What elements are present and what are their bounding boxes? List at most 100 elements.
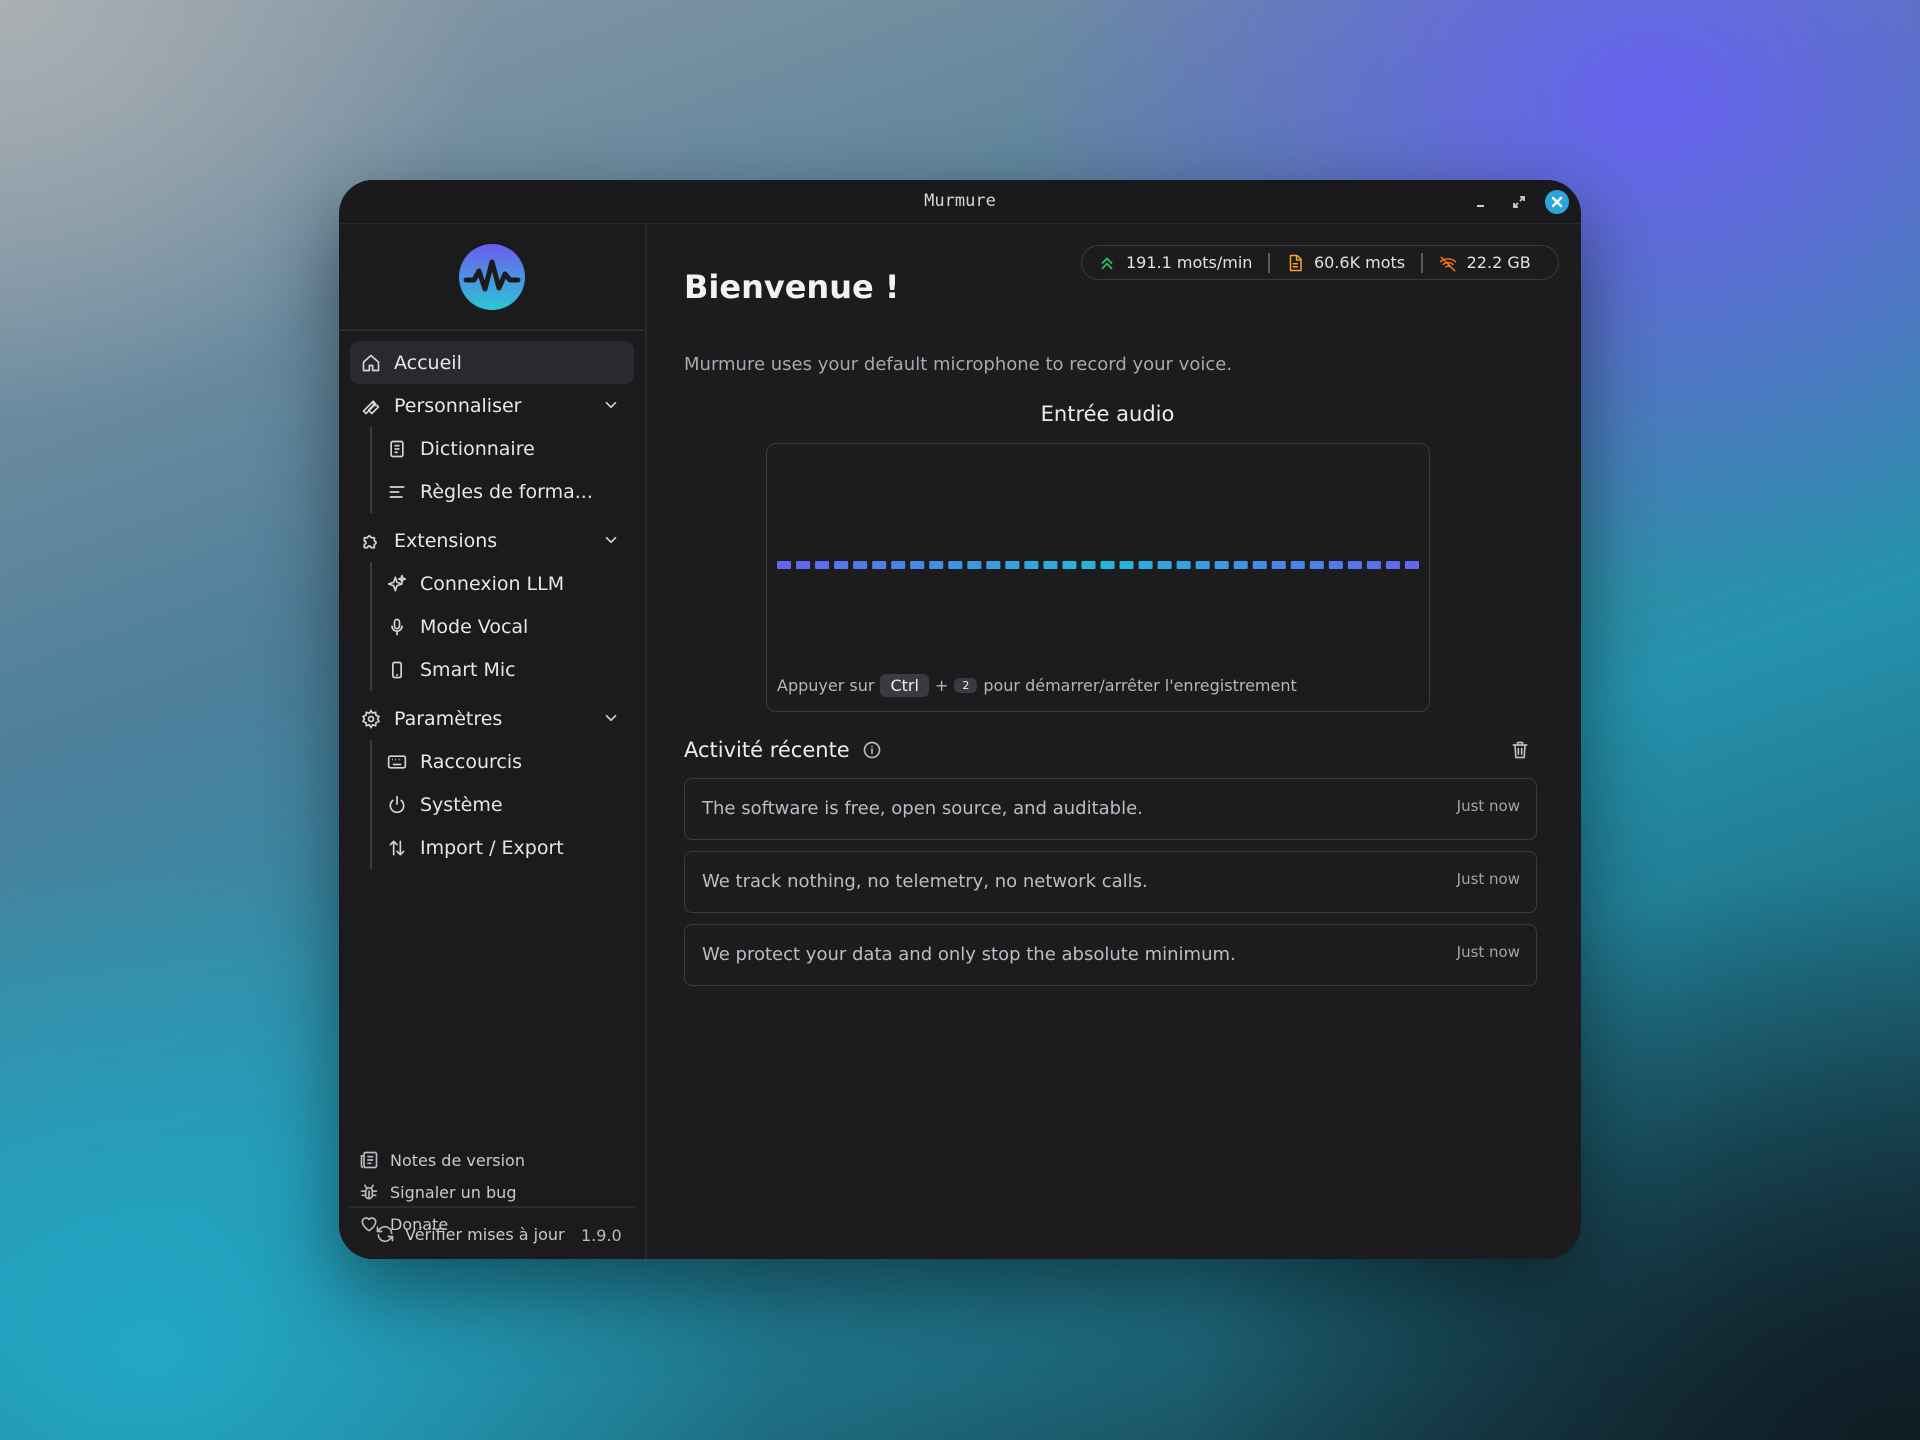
sidebar-item-dictionnaire[interactable]: Dictionnaire	[386, 427, 634, 470]
release-notes-link[interactable]: Notes de version	[359, 1144, 525, 1176]
app-version: 1.9.0	[581, 1226, 622, 1245]
waveform-segment	[1100, 561, 1115, 569]
wrench-icon	[360, 395, 382, 417]
stat-words-value: 60.6K mots	[1313, 253, 1406, 272]
shortcut-hint: Appuyer sur Ctrl + 2 pour démarrer/arrêt…	[777, 674, 1297, 697]
waveform-segment	[1024, 561, 1039, 569]
waveform-segment	[1309, 561, 1324, 569]
sidebar-item-label: Personnaliser	[394, 394, 522, 417]
sidebar-item-label: Dictionnaire	[420, 437, 535, 460]
sidebar-group-parametres: Paramètres Raccourcis Système Import / E…	[350, 697, 634, 869]
sidebar-item-extensions[interactable]: Extensions	[350, 519, 634, 562]
maximize-button[interactable]	[1507, 190, 1531, 214]
sidebar-group-extensions: Extensions Connexion LLM Mode Vocal Smar…	[350, 519, 634, 691]
activity-item[interactable]: We protect your data and only stop the a…	[684, 924, 1537, 986]
waveform-segment	[929, 561, 944, 569]
sidebar-item-label: Mode Vocal	[420, 615, 529, 638]
activity-text: We protect your data and only stop the a…	[702, 944, 1236, 965]
page-subtitle: Murmure uses your default microphone to …	[684, 354, 1233, 375]
hint-plus: +	[934, 676, 949, 695]
waveform-segment	[1252, 561, 1267, 569]
chevron-down-icon[interactable]	[602, 709, 620, 727]
report-bug-link[interactable]: Signaler un bug	[359, 1176, 525, 1208]
microphone-icon	[386, 616, 408, 638]
close-button[interactable]	[1545, 190, 1569, 214]
sidebar-item-label: Connexion LLM	[420, 572, 565, 595]
waveform-segment	[1138, 561, 1153, 569]
waveform-segment	[1271, 561, 1286, 569]
gear-icon	[360, 708, 382, 730]
window-title: Murmure	[924, 191, 996, 211]
hint-suffix: pour démarrer/arrêter l'enregistrement	[983, 676, 1297, 695]
sidebar-item-mode-vocal[interactable]: Mode Vocal	[386, 605, 634, 648]
check-updates-button[interactable]: Vérifier mises à jour	[375, 1224, 565, 1244]
sidebar-item-smart-mic[interactable]: Smart Mic	[386, 648, 634, 691]
audio-waveform	[777, 561, 1419, 569]
audio-input-title: Entrée audio	[1040, 402, 1175, 426]
home-icon	[360, 352, 382, 374]
waveform-segment	[796, 561, 811, 569]
waveform-segment	[910, 561, 925, 569]
sidebar-item-label: Paramètres	[394, 707, 503, 730]
footer-link-label: Notes de version	[390, 1150, 525, 1170]
title-bar: Murmure	[339, 180, 1581, 224]
audio-input-panel: Appuyer sur Ctrl + 2 pour démarrer/arrêt…	[766, 443, 1430, 712]
sparkles-icon	[386, 573, 408, 595]
waveform-segment	[891, 561, 906, 569]
check-updates-label: Vérifier mises à jour	[405, 1224, 565, 1244]
stat-storage: 22.2 GB	[1423, 246, 1547, 279]
key-2: 2	[954, 678, 978, 693]
footer-link-label: Signaler un bug	[390, 1182, 517, 1202]
sidebar-item-systeme[interactable]: Système	[386, 783, 634, 826]
waveform-segment	[853, 561, 868, 569]
waveform-segment	[1195, 561, 1210, 569]
activity-text: The software is free, open source, and a…	[702, 798, 1143, 819]
sidebar-item-import-export[interactable]: Import / Export	[386, 826, 634, 869]
sidebar: Accueil Personnaliser Dictionnaire Règle…	[339, 224, 647, 1259]
waveform-segment	[1328, 561, 1343, 569]
waveform-segment	[815, 561, 830, 569]
recent-activity-list: The software is free, open source, and a…	[684, 778, 1537, 997]
waveform-segment	[1157, 561, 1172, 569]
text-align-icon	[386, 481, 408, 503]
waveform-segment	[1005, 561, 1020, 569]
sidebar-item-connexion-llm[interactable]: Connexion LLM	[386, 562, 634, 605]
waveform-segment	[967, 561, 982, 569]
info-icon[interactable]	[862, 740, 882, 760]
sidebar-item-label: Extensions	[394, 529, 498, 552]
arrows-updown-icon	[386, 837, 408, 859]
newspaper-icon	[359, 1150, 379, 1170]
stat-storage-value: 22.2 GB	[1466, 253, 1531, 272]
chevron-down-icon[interactable]	[602, 396, 620, 414]
logo-area	[339, 224, 645, 331]
activity-item[interactable]: The software is free, open source, and a…	[684, 778, 1537, 840]
waveform-segment	[948, 561, 963, 569]
chevron-down-icon[interactable]	[602, 531, 620, 549]
waveform-segment	[1347, 561, 1362, 569]
sidebar-group-personnaliser: Personnaliser Dictionnaire Règles de for…	[350, 384, 634, 513]
bug-icon	[359, 1182, 379, 1202]
sidebar-item-regles-formatage[interactable]: Règles de forma...	[386, 470, 634, 513]
sidebar-item-parametres[interactable]: Paramètres	[350, 697, 634, 740]
waveform-segment	[1404, 561, 1419, 569]
sidebar-item-raccourcis[interactable]: Raccourcis	[386, 740, 634, 783]
app-window: Murmure Accueil Personnaliser Dictionnai…	[339, 180, 1581, 1259]
sidebar-item-label: Raccourcis	[420, 750, 523, 773]
activity-item[interactable]: We track nothing, no telemetry, no netwo…	[684, 851, 1537, 913]
waveform-segment	[834, 561, 849, 569]
waveform-segment	[1081, 561, 1096, 569]
activity-time: Just now	[1456, 797, 1520, 815]
stat-words: 60.6K mots	[1270, 246, 1421, 279]
minimize-button[interactable]	[1469, 190, 1493, 214]
sidebar-item-label: Accueil	[394, 351, 462, 374]
trash-icon[interactable]	[1510, 739, 1530, 761]
sidebar-item-accueil[interactable]: Accueil	[350, 341, 634, 384]
sidebar-item-personnaliser[interactable]: Personnaliser	[350, 384, 634, 427]
refresh-icon	[375, 1224, 395, 1244]
sidebar-item-label: Smart Mic	[420, 658, 516, 681]
waveform-segment	[1176, 561, 1191, 569]
waveform-segment	[1233, 561, 1248, 569]
waveform-segment	[1385, 561, 1400, 569]
waveform-segment	[1043, 561, 1058, 569]
waveform-segment	[1214, 561, 1229, 569]
